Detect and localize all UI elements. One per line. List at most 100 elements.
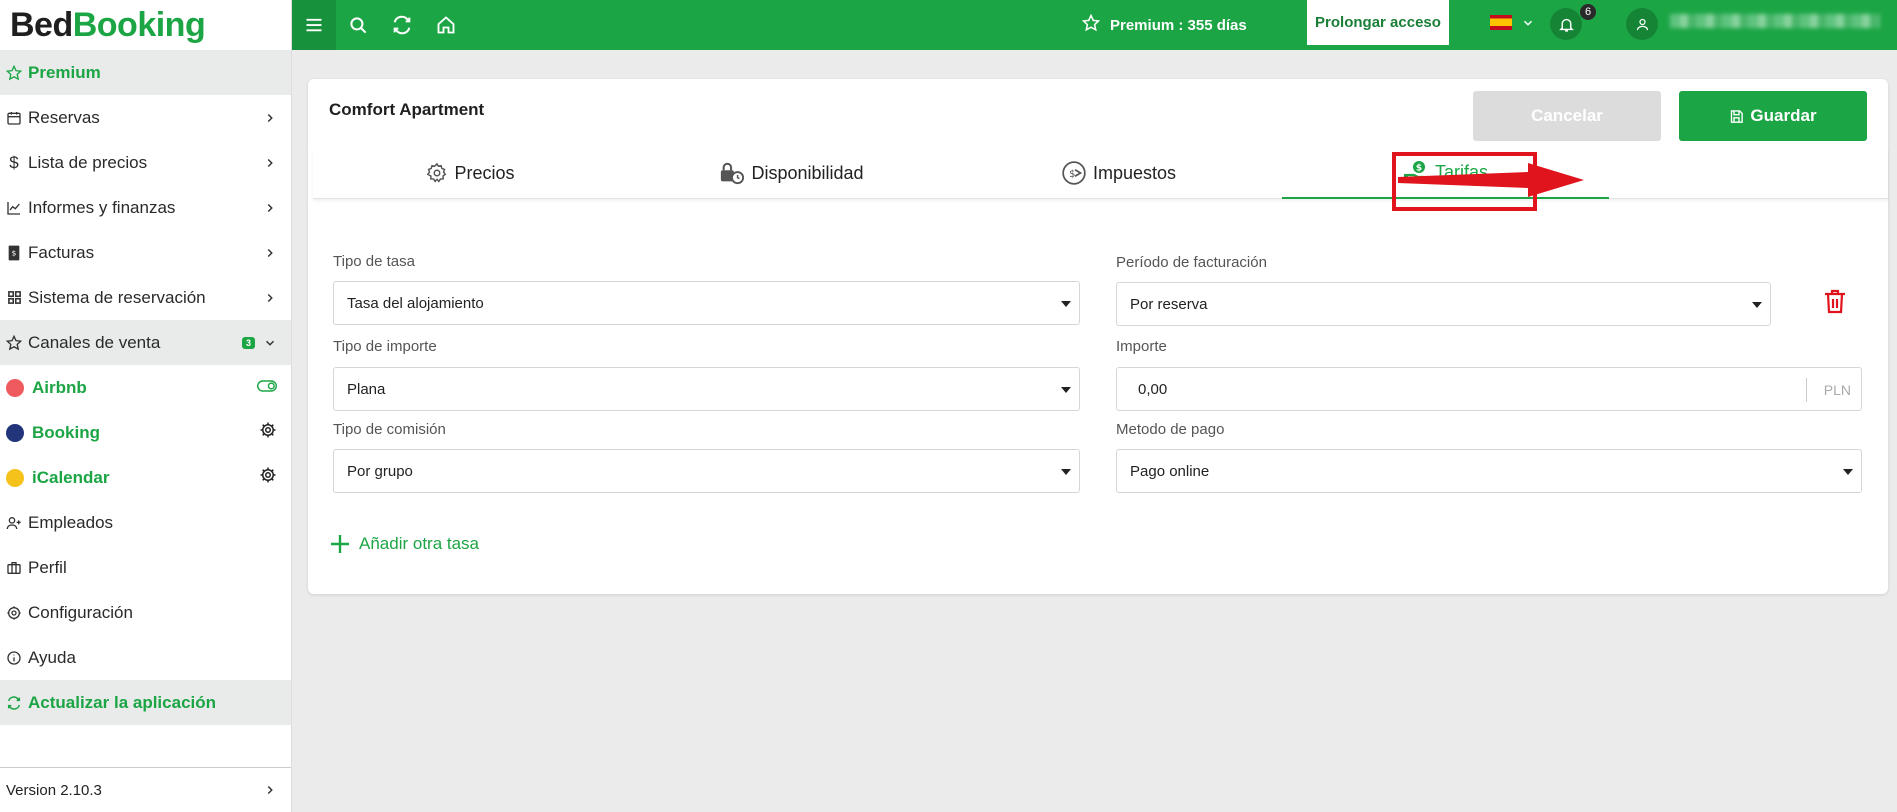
sidebar-item-booking-system[interactable]: Sistema de reservación	[0, 275, 291, 320]
sidebar-item-label: Canales de venta	[28, 332, 161, 352]
version-footer[interactable]: Version 2.10.3	[0, 767, 291, 812]
caret-down-icon	[1752, 302, 1762, 308]
sidebar-item-label: Lista de precios	[28, 152, 148, 172]
sidebar-item-reservas[interactable]: Reservas	[0, 95, 291, 140]
sidebar-item-label: Informes y finanzas	[28, 197, 176, 217]
toggle-icon[interactable]	[257, 378, 277, 398]
sidebar-item-label: Premium	[28, 62, 101, 82]
sidebar-item-label: iCalendar	[32, 467, 110, 487]
gear-icon[interactable]	[259, 421, 277, 444]
amount-type-label: Tipo de importe	[333, 338, 437, 355]
add-rate-button[interactable]: Añadir otra tasa	[330, 534, 479, 554]
tab-impuestos[interactable]: $ Impuestos	[955, 147, 1282, 199]
trash-icon[interactable]	[1823, 288, 1847, 319]
prolong-access-button[interactable]: Prolongar acceso	[1307, 0, 1449, 45]
tax-icon: $	[1062, 161, 1086, 185]
star-icon	[1081, 13, 1101, 36]
add-rate-label: Añadir otra tasa	[359, 534, 480, 553]
sidebar-item-label: Reservas	[28, 107, 100, 127]
rate-type-select[interactable]: Tasa del alojamiento	[333, 281, 1080, 325]
tab-precios[interactable]: Precios	[313, 147, 628, 199]
caret-down-icon	[1061, 387, 1071, 393]
sidebar-item-label: Sistema de reservación	[28, 287, 206, 307]
chevron-down-icon	[265, 340, 275, 346]
refresh-icon	[3, 692, 25, 714]
sidebar-item-employees[interactable]: Empleados	[0, 500, 291, 545]
sidebar-item-label: Facturas	[28, 242, 95, 262]
amount-type-value: Plana	[347, 380, 386, 398]
billing-period-label: Período de facturación	[1116, 254, 1267, 271]
amount-value: 0,00	[1138, 380, 1168, 398]
info-icon	[3, 647, 25, 669]
sidebar-item-label: Perfil	[28, 557, 67, 577]
amount-label: Importe	[1116, 338, 1167, 355]
sidebar-item-label: Ayuda	[28, 647, 76, 667]
icalendar-color-dot	[6, 468, 24, 487]
sidebar-item-sales-channels[interactable]: Canales de venta 3	[0, 320, 291, 365]
save-label: Guardar	[1750, 106, 1817, 125]
chevron-right-icon	[267, 158, 273, 167]
page-title: Comfort Apartment	[329, 100, 485, 119]
sidebar-item-profile[interactable]: Perfil	[0, 545, 291, 590]
count-badge: 3	[241, 336, 255, 349]
sidebar-item-label: Booking	[32, 422, 100, 442]
language-selector[interactable]	[1490, 15, 1535, 30]
payment-method-select[interactable]: Pago online	[1116, 449, 1862, 493]
star-outline-icon	[3, 332, 25, 354]
chevron-down-icon	[1523, 20, 1533, 26]
search-icon[interactable]	[336, 0, 380, 50]
commission-type-value: Por grupo	[347, 462, 413, 480]
amount-type-select[interactable]: Plana	[333, 367, 1080, 411]
sidebar-item-reports[interactable]: Informes y finanzas	[0, 185, 291, 230]
refresh-icon[interactable]	[380, 0, 424, 50]
gear-icon[interactable]	[259, 466, 277, 489]
sidebar-item-icalendar[interactable]: iCalendar	[0, 455, 291, 500]
chart-line-icon	[3, 197, 25, 219]
version-label: Version 2.10.3	[6, 781, 102, 799]
sidebar-item-help[interactable]: Ayuda	[0, 635, 291, 680]
room-card: Comfort Apartment Cancelar Guardar Preci…	[308, 79, 1888, 594]
sidebar-item-premium[interactable]: Premium	[0, 50, 291, 95]
logo[interactable]: Bed Booking	[0, 0, 291, 50]
bell-icon[interactable]	[1550, 8, 1582, 40]
logo-text-booking: Booking	[72, 5, 206, 44]
topbar: Premium : 355 días Prolongar acceso 6	[292, 0, 1897, 50]
sidebar-item-label: Empleados	[28, 512, 114, 532]
tab-disponibilidad[interactable]: Disponibilidad	[628, 147, 955, 199]
lock-clock-icon	[721, 162, 745, 185]
sidebar-item-settings[interactable]: Configuración	[0, 590, 291, 635]
amount-input[interactable]: 0,00 PLN	[1116, 367, 1862, 411]
payment-method-label: Metodo de pago	[1116, 421, 1225, 438]
caret-down-icon	[1061, 301, 1071, 307]
commission-type-label: Tipo de comisión	[333, 421, 446, 438]
chevron-right-icon	[267, 248, 273, 257]
payment-method-value: Pago online	[1130, 462, 1210, 480]
home-icon[interactable]	[424, 0, 468, 50]
notification-count: 6	[1580, 4, 1596, 20]
user-icon[interactable]	[1626, 8, 1658, 40]
sidebar-item-price-list[interactable]: $ Lista de precios	[0, 140, 291, 185]
user-plus-icon	[3, 512, 25, 534]
rate-type-label: Tipo de tasa	[333, 253, 415, 270]
menu-icon[interactable]	[292, 0, 336, 50]
save-button[interactable]: Guardar	[1679, 91, 1867, 141]
booking-color-dot	[6, 423, 24, 442]
sidebar-item-invoices[interactable]: $ Facturas	[0, 230, 291, 275]
caret-down-icon	[1061, 469, 1071, 475]
billing-period-select[interactable]: Por reserva	[1116, 282, 1771, 326]
sidebar-item-label: Actualizar la aplicación	[28, 692, 217, 712]
dollar-icon: $	[9, 152, 19, 172]
tab-label: Disponibilidad	[751, 162, 864, 183]
sidebar-item-airbnb[interactable]: Airbnb	[0, 365, 291, 410]
sidebar-item-label: Configuración	[28, 602, 133, 622]
calendar-icon	[3, 107, 25, 129]
commission-type-select[interactable]: Por grupo	[333, 449, 1080, 493]
floppy-disk-icon	[1731, 109, 1744, 123]
sidebar-item-booking[interactable]: Booking	[0, 410, 291, 455]
svg-text:$: $	[12, 248, 17, 257]
premium-status[interactable]: Premium : 355 días	[1081, 0, 1247, 50]
sidebar-item-update-app[interactable]: Actualizar la aplicación	[0, 680, 291, 725]
cancel-button[interactable]: Cancelar	[1473, 91, 1661, 141]
chevron-right-icon	[267, 113, 273, 122]
username-blurred[interactable]	[1670, 14, 1880, 28]
